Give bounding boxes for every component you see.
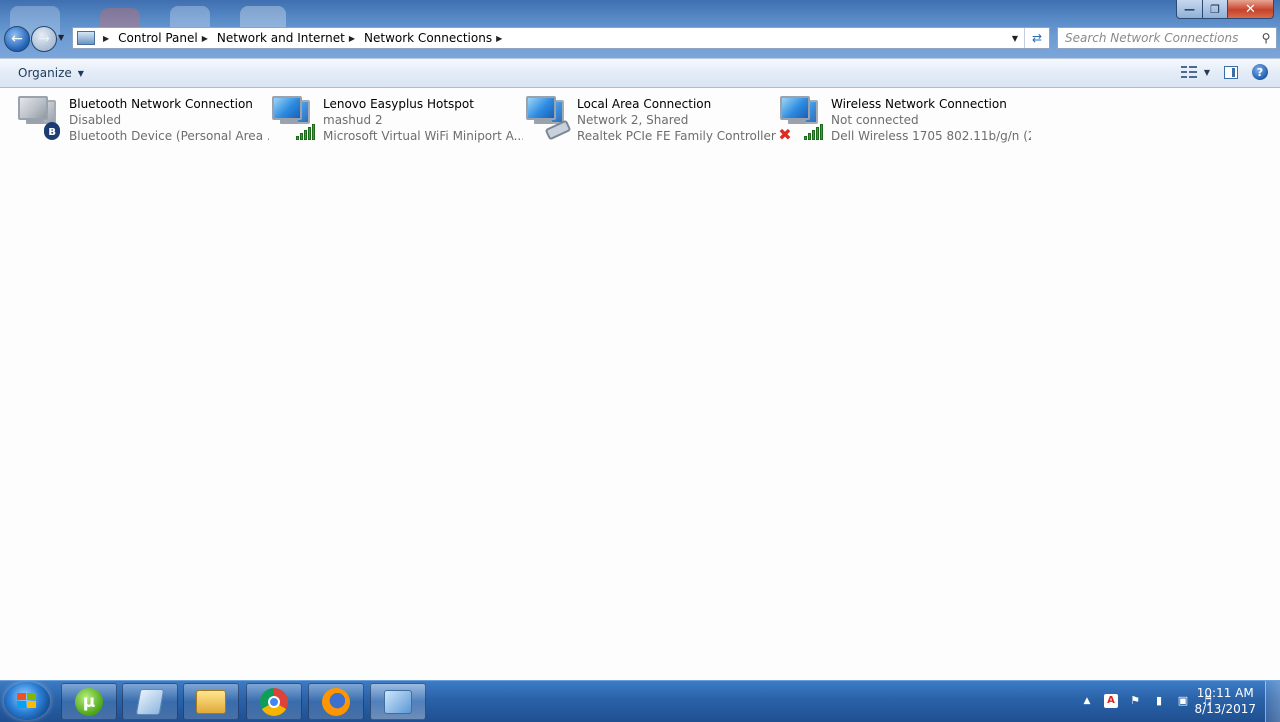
organize-label: Organize <box>18 66 72 80</box>
breadcrumb-control-panel[interactable]: Control Panel <box>118 31 198 45</box>
connection-name: Lenovo Easyplus Hotspot <box>323 97 474 111</box>
change-view-button[interactable]: ▼ <box>1180 65 1210 79</box>
network-connections-icon <box>384 689 412 714</box>
breadcrumb-network-connections[interactable]: Network Connections <box>364 31 492 45</box>
address-bar[interactable]: ▶ Control Panel ▶ Network and Internet ▶… <box>72 27 1050 49</box>
chevron-right-icon[interactable]: ▶ <box>496 34 502 43</box>
wireless-disconnected-icon: ✖ <box>778 96 824 144</box>
arrow-right-icon: → <box>38 31 50 47</box>
connection-name: Wireless Network Connection <box>831 97 1007 111</box>
firefox-icon <box>322 687 350 716</box>
connection-name: Local Area Connection <box>577 97 712 111</box>
minimize-button[interactable]: — <box>1176 0 1203 19</box>
connection-device: Bluetooth Device (Personal Area ... <box>69 129 269 143</box>
connection-status: Network 2, Shared <box>577 113 689 127</box>
back-button[interactable]: ← <box>4 26 30 52</box>
connection-status: mashud 2 <box>323 113 383 127</box>
forward-button[interactable]: → <box>31 26 57 52</box>
search-icon[interactable]: ⚲ <box>1256 31 1276 45</box>
preview-pane-button[interactable] <box>1224 65 1238 79</box>
taskbar-notepad[interactable] <box>122 683 178 720</box>
signal-bars-icon <box>296 124 316 140</box>
breadcrumb-network-and-internet[interactable]: Network and Internet <box>217 31 345 45</box>
connection-item-hotspot[interactable]: Lenovo Easyplus Hotspot mashud 2 Microso… <box>270 96 523 146</box>
connection-device: Dell Wireless 1705 802.11b/g/n (2.... <box>831 129 1031 143</box>
refresh-icon: ⇄ <box>1031 31 1043 45</box>
refresh-button[interactable]: ⇄ <box>1024 28 1049 48</box>
show-desktop-button[interactable] <box>1265 681 1280 722</box>
chevron-right-icon[interactable]: ▶ <box>103 34 109 43</box>
network-tray-icon[interactable]: ▣ <box>1176 694 1190 708</box>
command-bar: Organize ▼ ▼ ? <box>0 58 1280 88</box>
chevron-right-icon[interactable]: ▶ <box>202 34 208 43</box>
clock[interactable]: 10:11 AM 8/13/2017 <box>1194 685 1256 717</box>
taskbar-utorrent[interactable]: µ <box>61 683 117 720</box>
window-caption-buttons: — ❐ ✕ <box>1176 0 1274 19</box>
taskbar-firefox[interactable] <box>308 683 364 720</box>
connection-status: Not connected <box>831 113 919 127</box>
help-button[interactable]: ? <box>1252 64 1268 80</box>
wifi-network-icon <box>270 96 316 144</box>
taskbar: µ ▲ A ⚑ ▮ ▣ ♬ 10:11 AM 8/13/2017 <box>0 680 1280 722</box>
organize-button[interactable]: Organize ▼ <box>12 64 90 82</box>
signal-bars-icon <box>804 124 824 140</box>
connection-item-local-area[interactable]: Local Area Connection Network 2, Shared … <box>524 96 776 146</box>
connection-device: Microsoft Virtual WiFi Miniport A... <box>323 129 523 143</box>
notepad-icon <box>135 688 165 715</box>
ethernet-network-icon <box>524 96 572 144</box>
folder-icon <box>196 689 226 714</box>
control-panel-icon <box>77 31 95 45</box>
taskbar-explorer[interactable] <box>183 683 239 720</box>
close-button[interactable]: ✕ <box>1228 0 1274 19</box>
disconnected-x-icon: ✖ <box>778 125 792 144</box>
connection-device: Realtek PCIe FE Family Controller <box>577 129 776 143</box>
bluetooth-icon: ʙ <box>44 122 60 140</box>
clock-date: 8/13/2017 <box>1194 702 1256 716</box>
maximize-button[interactable]: ❐ <box>1203 0 1228 19</box>
chevron-right-icon[interactable]: ▶ <box>349 34 355 43</box>
taskbar-chrome[interactable] <box>246 683 302 720</box>
chevron-down-icon[interactable]: ▼ <box>1204 68 1210 77</box>
utorrent-icon: µ <box>75 687 103 716</box>
window-title-bar: — ❐ ✕ ← → ▼ ▶ Control Panel ▶ Network an… <box>0 0 1280 58</box>
connections-list: ʙ Bluetooth Network Connection Disabled … <box>0 88 1280 680</box>
windows-logo-icon <box>17 693 37 709</box>
show-hidden-icons-button[interactable]: ▲ <box>1080 694 1094 708</box>
pdf-reader-icon[interactable]: A <box>1104 694 1118 708</box>
bluetooth-network-icon: ʙ <box>16 96 62 144</box>
address-history-dropdown[interactable]: ▼ <box>1007 28 1023 48</box>
clock-time: 10:11 AM <box>1196 686 1254 700</box>
action-center-icon[interactable]: ⚑ <box>1128 694 1142 708</box>
connection-item-wireless[interactable]: ✖ Wireless Network Connection Not connec… <box>778 96 1031 146</box>
view-options-icon <box>1180 65 1197 79</box>
recent-pages-dropdown[interactable]: ▼ <box>58 33 64 42</box>
connection-status: Disabled <box>69 113 122 127</box>
connection-item-bluetooth[interactable]: ʙ Bluetooth Network Connection Disabled … <box>16 96 269 146</box>
connection-name: Bluetooth Network Connection <box>69 97 253 111</box>
chrome-icon <box>260 687 288 716</box>
chevron-down-icon: ▼ <box>77 68 84 78</box>
start-button[interactable] <box>4 682 50 720</box>
arrow-left-icon: ← <box>11 31 23 47</box>
taskbar-network-connections[interactable] <box>370 683 426 720</box>
usb-device-icon[interactable]: ▮ <box>1152 694 1166 708</box>
search-input[interactable] <box>1058 28 1256 48</box>
search-box[interactable]: ⚲ <box>1057 27 1277 49</box>
